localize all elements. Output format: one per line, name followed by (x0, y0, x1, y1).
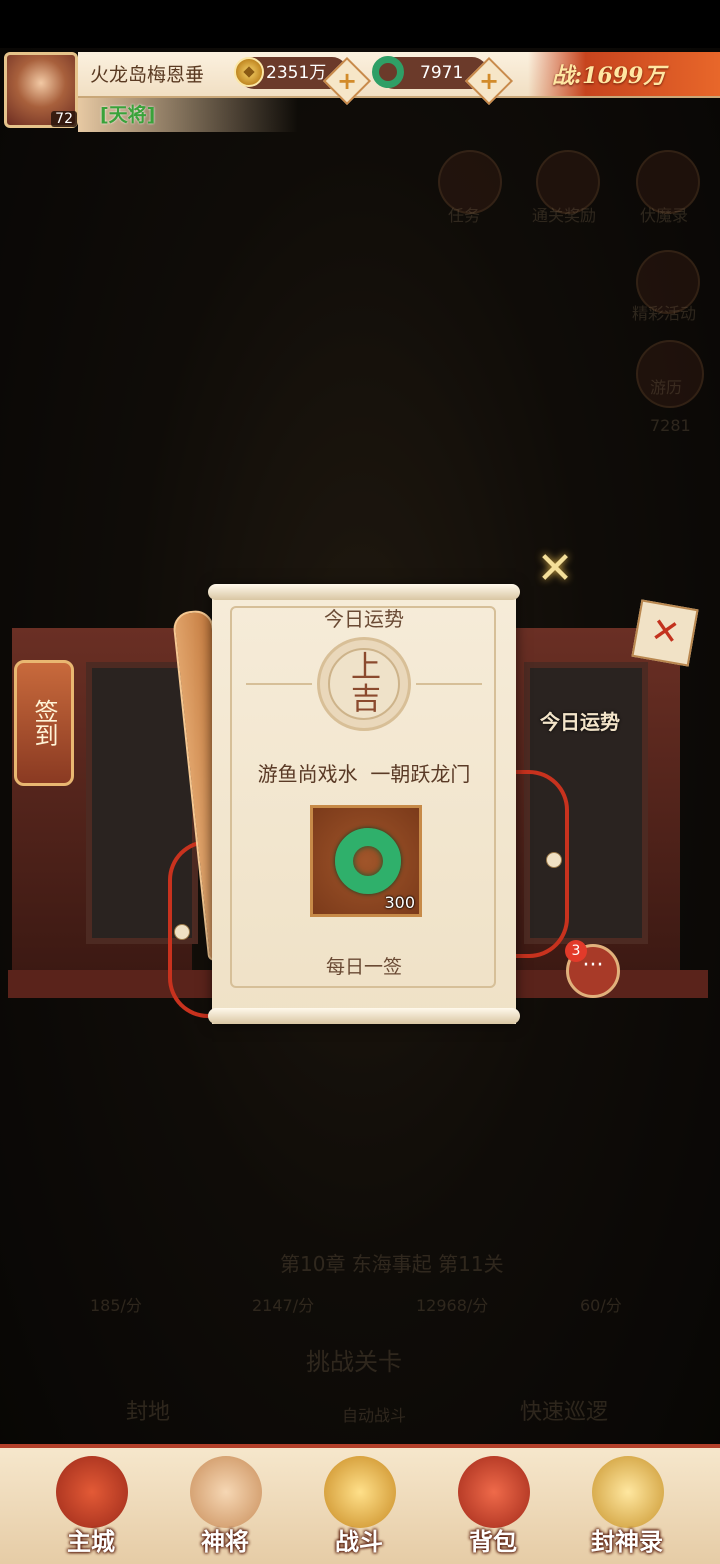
fortune-seal: 上 吉 (317, 637, 411, 731)
nav-bag[interactable]: 背包 (438, 1450, 548, 1558)
nav-battle[interactable]: 战斗 (304, 1450, 414, 1558)
scroll-roll-top (208, 584, 520, 600)
cross-icon: ✕ (647, 609, 683, 655)
hero-portrait-icon (190, 1456, 262, 1528)
nav-label: 封神录 (591, 1528, 663, 1556)
nav-main-city[interactable]: 主城 (36, 1450, 146, 1558)
fortune-level: 上 吉 (351, 650, 381, 717)
player-level: 72 (51, 111, 77, 127)
nav-label: 战斗 (335, 1528, 383, 1556)
close-icon[interactable]: ✕ (530, 544, 580, 594)
top-hud: 72 火龙岛梅恩垂 [天将] 2351万 + 7971 + 战:1699万 (0, 48, 720, 134)
jade-icon (372, 56, 404, 88)
nav-heroes[interactable]: 神将 (170, 1450, 280, 1558)
reward-item[interactable]: 300 (310, 805, 422, 917)
daily-sign-label: 每日一签 (325, 956, 402, 978)
divider (246, 683, 312, 685)
nav-label: 主城 (67, 1528, 115, 1556)
player-name: 火龙岛梅恩垂 (90, 64, 205, 86)
combat-power: 战:1699万 (552, 63, 666, 89)
chat-badge: 3 (565, 940, 587, 962)
player-rank: [天将] (100, 104, 156, 126)
nav-label: 背包 (469, 1528, 517, 1556)
jade-ring-icon (335, 828, 401, 894)
fortune-tag-icon[interactable]: ✕ (631, 599, 699, 667)
plus-icon: + (336, 67, 358, 95)
coin-icon (234, 57, 264, 87)
nav-label: 神将 (201, 1528, 249, 1556)
fortune-verse: 游鱼尚戏水 一朝跃龙门 (257, 762, 471, 786)
reward-count: 300 (384, 893, 415, 912)
status-bar (0, 0, 720, 48)
bag-icon (458, 1456, 530, 1528)
city-gate-icon (56, 1456, 128, 1528)
crossed-swords-icon (324, 1456, 396, 1528)
golden-boat-icon (592, 1456, 664, 1528)
bead-icon (546, 852, 562, 868)
plus-icon: + (478, 67, 500, 95)
today-fortune-label[interactable]: 今日运势 (540, 706, 620, 735)
scroll-roll-bottom (208, 1008, 520, 1024)
bead-icon (174, 924, 190, 940)
fortune-title: 今日运势 (324, 607, 404, 631)
fortune-seal-inner: 上 吉 (328, 648, 400, 720)
sign-in-tag[interactable]: 签到 (14, 660, 74, 786)
nav-fengshen[interactable]: 封神录 (572, 1450, 682, 1558)
divider (416, 683, 482, 685)
player-avatar[interactable]: 72 (4, 52, 78, 128)
gold-amount: 2351万 (266, 63, 327, 83)
jade-amount: 7971 (420, 63, 464, 83)
